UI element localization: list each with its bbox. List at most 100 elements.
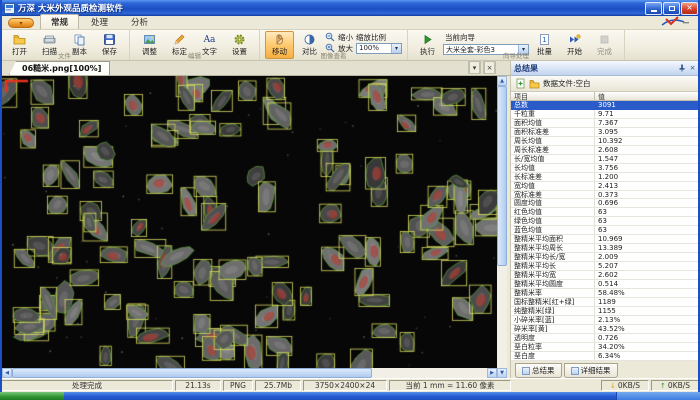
table-row[interactable]: 国标整精米[红+绿]1189 [511, 298, 700, 307]
row-item-label: 整精米平均长 [511, 262, 595, 270]
restore-button[interactable] [663, 2, 680, 15]
pin-button[interactable] [676, 63, 687, 74]
close-button[interactable]: × [681, 2, 698, 15]
row-item-label: 整精米平均宽 [511, 271, 595, 279]
row-item-value: 58.48% [595, 289, 700, 297]
table-row[interactable]: 总数3091 [511, 101, 700, 110]
datafile-open-icon[interactable] [529, 78, 540, 89]
table-row[interactable]: 宽均值2.413 [511, 182, 700, 191]
hscroll-thumb[interactable] [12, 368, 372, 378]
batch-icon: 1 [538, 33, 551, 46]
datafile-label: 数据文件:空白 [543, 78, 591, 89]
tab-process[interactable]: 处理 [80, 14, 119, 29]
table-row[interactable]: 整精米平均长/宽2.009 [511, 253, 700, 262]
workspace: 06糙米.png[100%] ▾ × ◀ ▶ ▲ ▼ [0, 61, 700, 378]
table-row[interactable]: 宽标准差0.373 [511, 191, 700, 200]
table-row[interactable]: 垩白粒率34.20% [511, 343, 700, 352]
scroll-right-icon[interactable]: ▶ [487, 368, 497, 378]
tab-summary-results[interactable]: 总结果 [515, 363, 562, 378]
scroll-left-icon[interactable]: ◀ [2, 368, 12, 378]
row-item-label: 千粒重 [511, 110, 595, 118]
row-item-label: 总数 [511, 101, 595, 109]
table-row[interactable]: 碎米率[黄]43.52% [511, 325, 700, 334]
table-row[interactable]: 红色均值63 [511, 208, 700, 217]
row-item-value: 3.756 [595, 164, 700, 172]
table-row[interactable]: 整精米平均圆度0.514 [511, 280, 700, 289]
scroll-down-icon[interactable]: ▼ [497, 368, 507, 378]
vscroll-thumb[interactable] [497, 86, 507, 266]
row-item-value: 1.200 [595, 173, 700, 181]
hand-icon [273, 33, 286, 46]
panel-close-button[interactable]: × [687, 63, 698, 74]
row-item-value: 3.095 [595, 128, 700, 136]
table-row[interactable]: 小碎米率[蓝]2.13% [511, 316, 700, 325]
tab-general[interactable]: 常规 [40, 14, 79, 29]
column-header-value: 值 [595, 92, 700, 100]
table-row[interactable]: 整精米率58.48% [511, 289, 700, 298]
pencil-icon [173, 33, 186, 46]
vscroll-track[interactable] [497, 266, 507, 368]
table-row[interactable]: 面积均值7.367 [511, 119, 700, 128]
orb-arrow-icon: ▾ [19, 20, 22, 27]
row-item-label: 圆度均值 [511, 199, 595, 207]
row-item-value: 13.389 [595, 244, 700, 252]
app-menu-button[interactable]: ▾ [8, 18, 34, 28]
doc-collapse-button[interactable]: ▾ [468, 61, 481, 74]
table-row[interactable]: 圆度均值0.696 [511, 199, 700, 208]
datafile-toolbar: 数据文件:空白 [511, 76, 700, 92]
row-item-value: 63 [595, 217, 700, 225]
table-row[interactable]: 整精米平均长5.207 [511, 262, 700, 271]
specimen-image[interactable] [2, 76, 497, 368]
minimize-button[interactable] [645, 2, 662, 15]
status-format: PNG [223, 380, 253, 391]
system-tray-strip[interactable] [616, 392, 700, 400]
table-row[interactable]: 周长均值10.392 [511, 137, 700, 146]
table-row[interactable]: 整精米平均周长13.389 [511, 244, 700, 253]
row-item-label: 长/宽均值 [511, 155, 595, 163]
table-row[interactable]: 绿色均值63 [511, 217, 700, 226]
hscroll-track[interactable] [372, 368, 487, 378]
group-label-wizard: 向导处理 [408, 50, 624, 60]
scroll-up-icon[interactable]: ▲ [497, 76, 507, 86]
row-item-label: 整精米平均圆度 [511, 280, 595, 288]
taskbar-strip[interactable] [64, 392, 616, 400]
horizontal-scrollbar[interactable]: ◀ ▶ [2, 368, 497, 378]
app-icon [4, 3, 15, 14]
table-row[interactable]: 长均值3.756 [511, 164, 700, 173]
table-row[interactable]: 千粒重9.71 [511, 110, 700, 119]
row-item-label: 长均值 [511, 164, 595, 172]
zoom-out-icon[interactable] [325, 32, 335, 42]
table-row[interactable]: 透明度0.726 [511, 334, 700, 343]
scanner-icon [43, 33, 56, 46]
tab-analysis[interactable]: 分析 [120, 14, 159, 29]
status-bar: 处理完成 21.13s PNG 25.7Mb 3750×2400×24 当前 1… [0, 378, 700, 392]
row-item-label: 面积标准差 [511, 128, 595, 136]
document-area: 06糙米.png[100%] ▾ × ◀ ▶ ▲ ▼ [0, 61, 510, 378]
table-row[interactable]: 纯整精米[绿]1155 [511, 307, 700, 316]
table-row[interactable]: 整精米平均面积10.969 [511, 235, 700, 244]
table-row[interactable]: 长/宽均值1.547 [511, 155, 700, 164]
vertical-scrollbar[interactable]: ▲ ▼ [497, 76, 507, 378]
table-row[interactable]: 周长标准差2.608 [511, 146, 700, 155]
table-row[interactable]: 垩白度6.34% [511, 352, 700, 361]
datafile-new-icon[interactable] [515, 78, 526, 89]
tab-detailed-results[interactable]: 详细结果 [564, 363, 618, 378]
row-item-value: 1155 [595, 307, 700, 315]
row-item-label: 宽均值 [511, 182, 595, 190]
row-item-label: 垩白粒率 [511, 343, 595, 351]
status-download: ↓ 0KB/S [601, 380, 649, 391]
document-tab[interactable]: 06糙米.png[100%] [9, 61, 110, 75]
doc-close-icon: × [484, 61, 495, 74]
table-row[interactable]: 长标准差1.200 [511, 173, 700, 182]
table-row[interactable]: 面积标准差3.095 [511, 128, 700, 137]
taskbar[interactable] [0, 392, 700, 400]
zoom-out-label[interactable]: 缩小 [338, 32, 353, 43]
doc-close-button[interactable]: × [483, 61, 496, 74]
start-button-strip[interactable] [0, 392, 64, 400]
row-item-label: 碎米率[黄] [511, 325, 595, 333]
table-row[interactable]: 蓝色均值63 [511, 226, 700, 235]
gear-icon [233, 33, 246, 46]
results-panel-tabs: 总结果 详细结果 [511, 361, 700, 378]
table-row[interactable]: 整精米平均宽2.602 [511, 271, 700, 280]
row-item-value: 2.608 [595, 146, 700, 154]
